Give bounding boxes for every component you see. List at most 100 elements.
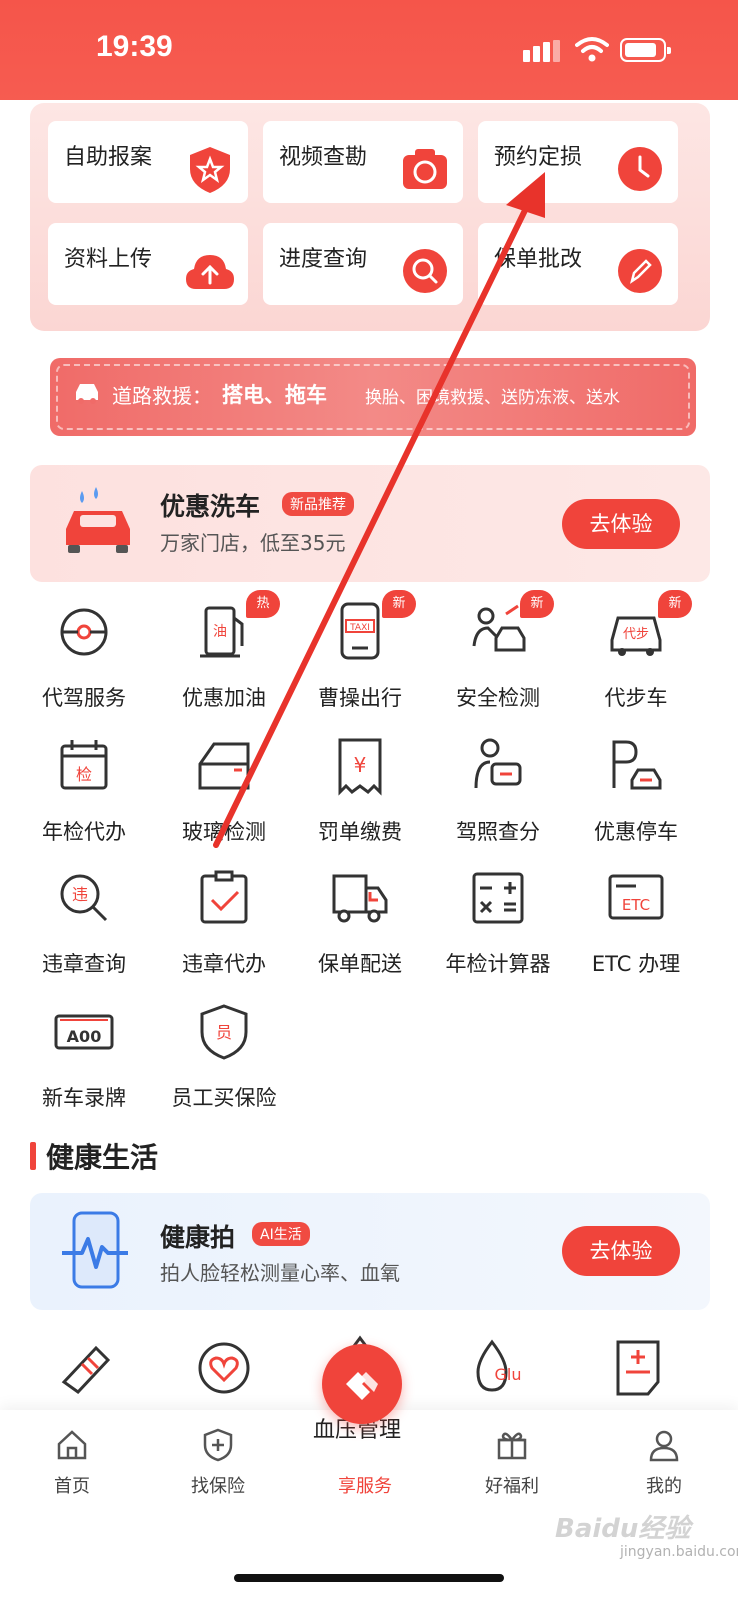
service-label: 玻璃检测 <box>182 820 266 844</box>
service-policy-delivery[interactable]: 保单配送 <box>290 868 430 998</box>
svg-text:油: 油 <box>213 624 227 640</box>
camera-icon <box>403 149 447 189</box>
status-bar: 19:39 <box>0 0 738 100</box>
service-new-car-plate[interactable]: A00 新车录牌 <box>14 1002 154 1132</box>
glucose-icon[interactable]: Glu <box>470 1338 530 1398</box>
license-plate-icon: A00 <box>54 1014 114 1050</box>
service-inspection-calculator[interactable]: 年检计算器 <box>428 868 568 998</box>
pencil-icon <box>618 249 662 293</box>
tab-label: 找保险 <box>191 1476 245 1497</box>
service-label: 优惠停车 <box>594 820 678 844</box>
service-designated-driver[interactable]: 代驾服务 <box>14 602 154 732</box>
qa-label: 资料上传 <box>64 247 153 272</box>
service-label: 优惠加油 <box>182 686 266 710</box>
service-employee-insurance[interactable]: 员 员工买保险 <box>154 1002 294 1132</box>
gift-icon <box>497 1432 527 1460</box>
service-annual-inspection[interactable]: 检 年检代办 <box>14 736 154 866</box>
svg-text:Glu: Glu <box>495 1365 522 1384</box>
service-label: 安全检测 <box>456 686 540 710</box>
calculator-icon <box>472 872 524 924</box>
health-phone-icon <box>62 1211 128 1289</box>
health-section-title: 健康生活 <box>30 1136 158 1176</box>
heart-cycle-icon[interactable] <box>194 1338 254 1398</box>
qa-policy-edit[interactable]: 保单批改 <box>478 223 678 305</box>
service-safety-check[interactable]: 新 安全检测 <box>428 590 568 732</box>
qa-label: 预约定损 <box>494 145 583 170</box>
tab-label: 享服务 <box>338 1476 392 1497</box>
svg-text:A00: A00 <box>67 1027 102 1046</box>
shoe-icon[interactable] <box>58 1338 118 1398</box>
services-center-button[interactable] <box>322 1344 402 1424</box>
service-taxi[interactable]: TAXI 新 曹操出行 <box>290 590 430 732</box>
svg-text:¥: ¥ <box>354 753 367 777</box>
service-label: 违章查询 <box>42 952 126 976</box>
service-label: 罚单缴费 <box>318 820 402 844</box>
health-cta-button[interactable]: 去体验 <box>562 1226 680 1276</box>
service-fuel[interactable]: 油 热 优惠加油 <box>154 590 294 732</box>
service-violation-handling[interactable]: 违章代办 <box>154 868 294 998</box>
svg-text:员: 员 <box>216 1023 232 1042</box>
baidu-watermark: Baidu经验 <box>555 1514 691 1544</box>
service-parking[interactable]: 优惠停车 <box>566 736 706 866</box>
hot-tag: 热 <box>246 590 280 618</box>
service-label: 曹操出行 <box>318 686 402 710</box>
status-time: 19:39 <box>96 30 173 63</box>
tab-label: 首页 <box>54 1476 90 1497</box>
qa-label: 进度查询 <box>279 247 368 272</box>
service-label: 驾照查分 <box>456 820 540 844</box>
shield-plus-icon <box>203 1428 233 1462</box>
service-replacement-car[interactable]: 代步 新 代步车 <box>566 590 706 732</box>
qa-upload[interactable]: 资料上传 <box>48 223 248 305</box>
car-wash-title: 优惠洗车 <box>160 492 261 521</box>
service-label: 年检计算器 <box>445 952 551 976</box>
rescue-title: 道路救援： <box>112 384 212 408</box>
service-violation-query[interactable]: 违 违章查询 <box>14 868 154 998</box>
service-license-points[interactable]: 驾照查分 <box>428 736 568 866</box>
service-label: ETC 办理 <box>591 952 681 976</box>
medical-record-icon[interactable] <box>608 1338 668 1398</box>
glass-icon <box>198 742 250 790</box>
car-wash-cta-button[interactable]: 去体验 <box>562 499 680 549</box>
search-icon <box>403 249 447 293</box>
qa-self-report[interactable]: 自助报案 <box>48 121 248 203</box>
service-label: 违章代办 <box>182 952 266 976</box>
violation-search-icon: 违 <box>60 874 108 922</box>
service-fine-payment[interactable]: ¥ 罚单缴费 <box>290 736 430 866</box>
tab-benefits[interactable]: 好福利 <box>452 1428 572 1498</box>
user-icon <box>649 1430 679 1462</box>
rescue-highlight: 搭电、拖车 <box>222 383 327 407</box>
rescue-detail: 换胎、困境救援、送防冻液、送水 <box>365 388 620 408</box>
signal-icon <box>523 40 563 62</box>
cloud-upload-icon <box>186 255 234 289</box>
road-rescue-banner[interactable]: 道路救援： 搭电、拖车 换胎、困境救援、送防冻液、送水 <box>50 358 696 436</box>
service-label: 员工买保险 <box>171 1086 277 1110</box>
home-indicator <box>234 1574 504 1582</box>
baidu-watermark-url: jingyan.baidu.com <box>620 1544 738 1560</box>
health-photo-card[interactable]: 健康拍 AI生活 拍人脸轻松测量心率、血氧 去体验 <box>30 1193 710 1310</box>
service-glass-check[interactable]: 玻璃检测 <box>154 736 294 866</box>
service-label: 新车录牌 <box>42 1086 126 1110</box>
tab-find-insurance[interactable]: 找保险 <box>158 1428 278 1498</box>
service-label: 保单配送 <box>318 952 402 976</box>
employee-shield-icon: 员 <box>200 1004 248 1060</box>
license-icon <box>474 738 522 789</box>
tab-home[interactable]: 首页 <box>12 1428 132 1498</box>
shield-star-icon <box>190 147 230 193</box>
steering-wheel-icon <box>60 608 108 656</box>
delivery-truck-icon <box>332 874 388 923</box>
etc-card-icon: ETC <box>608 874 664 920</box>
parking-icon <box>612 740 662 790</box>
handshake-icon <box>346 1372 378 1400</box>
qa-progress[interactable]: 进度查询 <box>263 223 463 305</box>
health-card-subtitle: 拍人脸轻松测量心率、血氧 <box>160 1261 400 1285</box>
qa-label: 自助报案 <box>64 145 153 170</box>
svg-text:TAXI: TAXI <box>349 623 370 633</box>
tab-mine[interactable]: 我的 <box>604 1428 724 1498</box>
new-tag: 新 <box>520 590 554 618</box>
service-etc[interactable]: ETC ETC 办理 <box>566 868 706 998</box>
car-wash-card[interactable]: 优惠洗车 新品推荐 万家门店，低至35元 去体验 <box>30 465 710 582</box>
service-label: 代驾服务 <box>42 686 126 710</box>
qa-video-survey[interactable]: 视频查勘 <box>263 121 463 203</box>
qa-appointment[interactable]: 预约定损 <box>478 121 678 203</box>
new-tag: 新 <box>382 590 416 618</box>
